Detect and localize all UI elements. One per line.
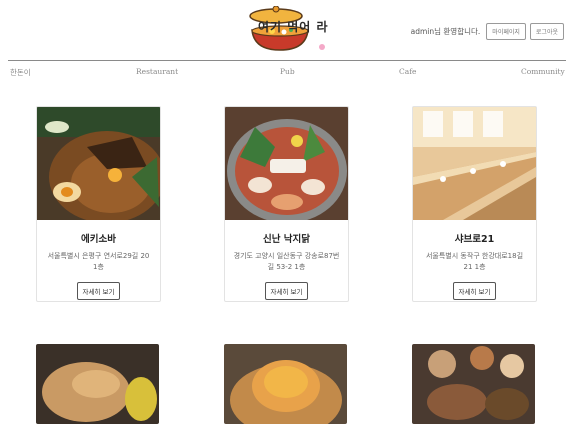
welcome-message: admin님 환영합니다. [410, 27, 481, 36]
restaurant-address: 서울특별시 동작구 한강대로18길 21 1층 [425, 252, 524, 271]
restaurant-name: 에키소바 [81, 234, 116, 245]
nav-item-restaurant[interactable]: Restaurant [136, 67, 178, 76]
header: 여기 먹어 라 admin님 환영합니다. 마이페이지 로그아웃 [0, 0, 574, 60]
nav-item-community[interactable]: Community [521, 67, 565, 76]
nav-item-cafe[interactable]: Cafe [399, 67, 416, 76]
restaurant-address: 서울특별시 은평구 연서로29길 20 1층 [47, 252, 150, 271]
restaurant-name: 신난 낙지닭 [262, 234, 310, 245]
logout-button[interactable]: 로그아웃 [529, 23, 564, 40]
nav-item-home[interactable]: 한돈이 [10, 67, 31, 78]
restaurant-card: 신난 낙지닭 경기도 고양시 일산동구 강송로87번길 53-2 1층 자세히 … [224, 106, 349, 302]
restaurant-photo[interactable] [37, 107, 160, 220]
view-details-button[interactable]: 자세히 보기 [264, 282, 309, 300]
restaurant-card: 에키소바 서울특별시 은평구 연서로29길 20 1층 자세히 보기 [36, 106, 161, 302]
restaurant-photo[interactable] [225, 107, 348, 220]
restaurant-card: 샤브로21 서울특별시 동작구 한강대로18길 21 1층 자세히 보기 [412, 106, 537, 302]
view-details-button[interactable]: 자세히 보기 [76, 282, 121, 300]
restaurant-address: 경기도 고양시 일산동구 강송로87번길 53-2 1층 [233, 252, 340, 271]
restaurant-photo[interactable] [412, 344, 535, 424]
mypage-button[interactable]: 마이페이지 [486, 23, 526, 40]
view-details-button[interactable]: 자세히 보기 [452, 282, 497, 300]
restaurant-name: 샤브로21 [454, 234, 495, 245]
restaurant-photo[interactable] [413, 107, 536, 220]
logo-text: 여기 먹어 라 [258, 20, 329, 34]
user-area: admin님 환영합니다. 마이페이지 로그아웃 [411, 23, 564, 40]
site-logo[interactable]: 여기 먹어 라 [244, 6, 330, 54]
restaurant-photo[interactable] [36, 344, 159, 424]
restaurant-photo[interactable] [224, 344, 347, 424]
main-nav: 한돈이 Restaurant Pub Cafe Community [8, 60, 566, 83]
nav-item-pub[interactable]: Pub [280, 67, 295, 76]
